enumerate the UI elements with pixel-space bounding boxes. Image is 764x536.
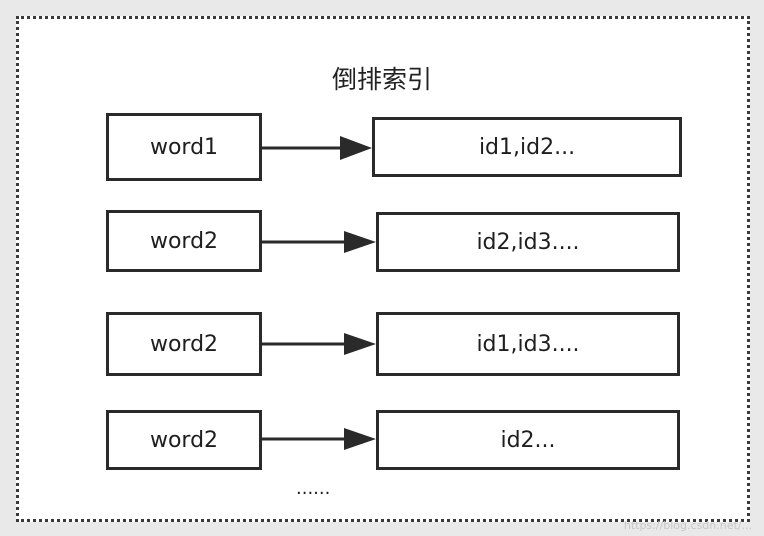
posting-list-box: id1,id2... bbox=[372, 117, 682, 177]
posting-list-box: id1,id3.... bbox=[376, 312, 680, 376]
posting-list-box: id2... bbox=[376, 410, 680, 470]
more-rows-ellipsis: ...... bbox=[296, 478, 331, 499]
inverted-index-diagram: 倒排索引 word1 id1,id2... word2 id2,id3.... … bbox=[0, 0, 764, 536]
arrow-row-2 bbox=[262, 231, 376, 253]
term-box: word1 bbox=[106, 113, 262, 181]
arrow-row-1 bbox=[262, 136, 372, 160]
term-box: word2 bbox=[106, 210, 262, 272]
term-box: word2 bbox=[106, 410, 262, 470]
watermark: https://blog.csdn.net/... bbox=[623, 519, 752, 532]
posting-list-box: id2,id3.... bbox=[376, 212, 680, 272]
arrow-row-3 bbox=[262, 333, 376, 355]
term-box: word2 bbox=[106, 312, 262, 376]
arrow-row-4 bbox=[262, 428, 376, 450]
